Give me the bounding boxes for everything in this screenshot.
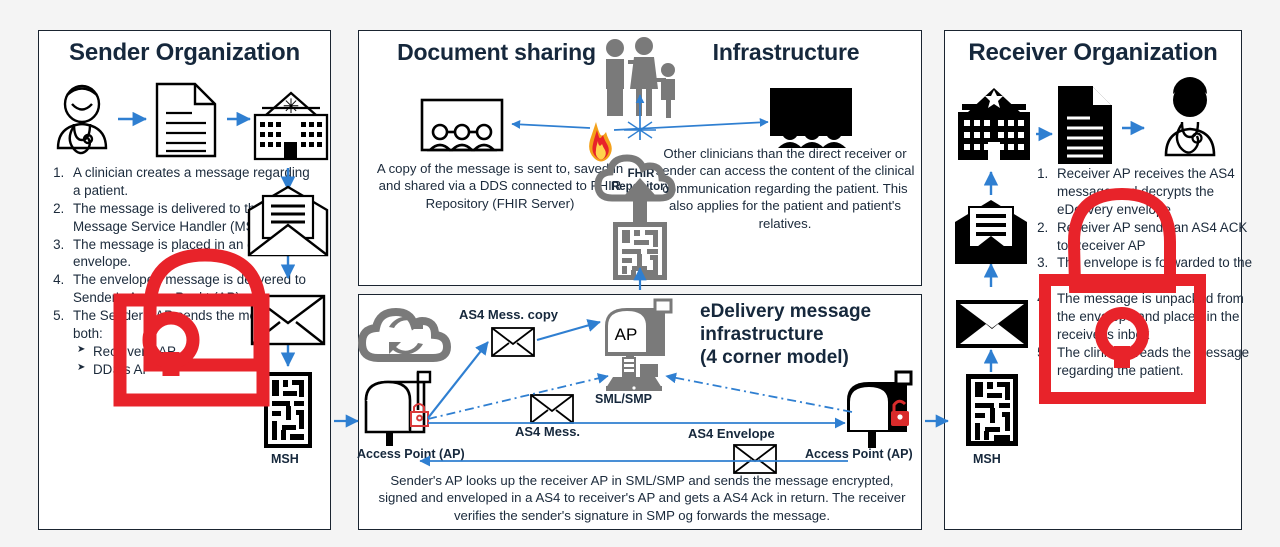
sender-step-2: The message is delivered to the Message … xyxy=(68,200,318,236)
label-as4-envelope: AS4 Envelope xyxy=(688,426,775,441)
receiver-step-4: The message is unpacked from the envelop… xyxy=(1052,290,1260,344)
sender-step-3: The message is placed in an eDelivery en… xyxy=(68,236,318,272)
label-sml-smp: SML/SMP xyxy=(595,392,652,406)
label-access-point-left: Access Point (AP) xyxy=(357,447,465,461)
document-sharing-title: Document sharing xyxy=(397,39,596,65)
sender-step-5-label: The Sender's AP sends the message to bot… xyxy=(73,308,308,342)
sender-step-5: The Sender's AP sends the message to bot… xyxy=(68,307,318,379)
receiver-panel-title: Receiver Organization xyxy=(968,39,1218,66)
label-fhir-repository: FHIR Repository xyxy=(610,168,672,194)
sender-step-1: A clinician creates a message regarding … xyxy=(68,164,318,200)
receiver-step-2: Receiver AP sends an AS4 ACK to Receiver… xyxy=(1052,219,1260,255)
document-sharing-caption: A copy of the message is sent to, saved … xyxy=(376,161,624,211)
infrastructure-caption: Other clinicians than the direct receive… xyxy=(655,146,915,231)
infrastructure-title: Infrastructure xyxy=(712,39,860,65)
edelivery-title-line-3: (4 corner model) xyxy=(700,347,849,369)
label-as4-mess: AS4 Mess. xyxy=(515,424,581,439)
receiver-step-1: Receiver AP receives the AS4 message and… xyxy=(1052,165,1260,219)
edelivery-title-line-2: infrastructure xyxy=(700,324,824,346)
label-access-point-right: Access Point (AP) xyxy=(805,447,913,461)
edelivery-title: eDelivery message infrastructure (4 corn… xyxy=(700,300,910,370)
receiver-step-5: The clinician reads the message regardin… xyxy=(1052,344,1260,380)
sender-steps-list: A clinician creates a message regarding … xyxy=(46,164,318,379)
diagram-canvas: Sender Organization Document sharing Inf… xyxy=(0,0,1280,547)
label-receiver-msh: MSH xyxy=(973,452,1001,466)
label-as4-mess-copy: AS4 Mess. copy xyxy=(459,307,558,322)
sender-substeps-list: Receiver's AP DDS's AP xyxy=(73,343,318,379)
sender-step-4: The enveloped message is delivered to Se… xyxy=(68,271,318,307)
edelivery-title-line-1: eDelivery message xyxy=(700,301,872,322)
sender-panel-title: Sender Organization xyxy=(69,39,300,66)
sender-substep-receivers-ap: Receiver's AP xyxy=(77,343,318,361)
sender-substep-ddss-ap: DDS's AP xyxy=(77,361,318,379)
receiver-step-3: The envelope is forwarded to the MSH xyxy=(1052,254,1260,290)
receiver-steps-list: Receiver AP receives the AS4 message and… xyxy=(1030,165,1260,380)
label-sender-msh: MSH xyxy=(271,452,299,466)
edelivery-caption: Sender's AP looks up the receiver AP in … xyxy=(378,473,906,523)
